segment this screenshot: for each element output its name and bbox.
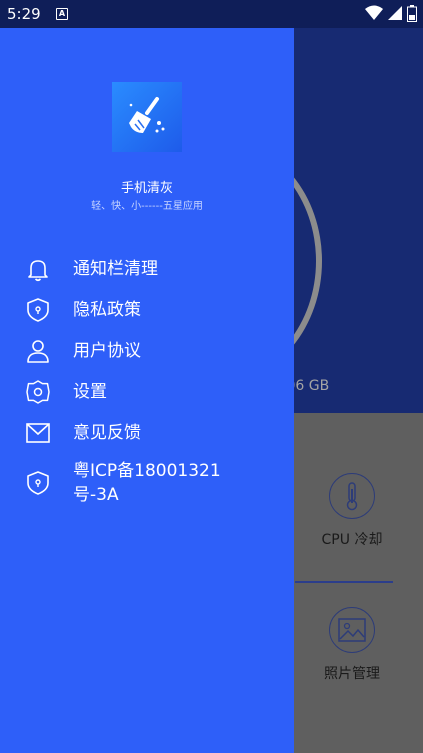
menu-item-feedback[interactable]: 意见反馈 bbox=[0, 412, 294, 453]
feature-label: CPU 冷却 bbox=[321, 532, 383, 548]
feature-cpu-cooling[interactable]: CPU 冷却 bbox=[292, 473, 412, 549]
menu-item-label: 粤ICP备18001321号-3A bbox=[73, 461, 221, 505]
app-name: 手机清灰 bbox=[120, 181, 173, 196]
navigation-drawer: 手机清灰 轻、快、小------五星应用 通知栏清理 隐私政策 用户协议 设置 … bbox=[0, 28, 294, 753]
battery-icon bbox=[407, 5, 417, 22]
menu-item-privacy-policy[interactable]: 隐私政策 bbox=[0, 289, 294, 330]
shield-icon bbox=[25, 297, 51, 323]
signal-icon bbox=[388, 6, 402, 20]
broom-icon bbox=[129, 97, 165, 133]
status-time: 5:29 bbox=[7, 5, 41, 23]
drawer-menu: 通知栏清理 隐私政策 用户协议 设置 意见反馈 粤ICP备18001321号-3… bbox=[0, 248, 294, 513]
screen: 5:29 A .06 GB CPU 冷却 照片管理 手机清灰 轻、快、小----… bbox=[0, 0, 423, 753]
mail-icon bbox=[25, 420, 51, 446]
user-icon bbox=[25, 338, 51, 364]
menu-item-icp-license[interactable]: 粤ICP备18001321号-3A bbox=[0, 453, 294, 513]
feature-label: 照片管理 bbox=[324, 666, 380, 682]
feature-divider bbox=[295, 581, 393, 583]
menu-item-label: 设置 bbox=[73, 381, 107, 402]
shield-icon bbox=[25, 470, 51, 496]
status-bar: 5:29 A bbox=[0, 0, 423, 28]
menu-item-label: 隐私政策 bbox=[73, 299, 141, 320]
gear-icon bbox=[25, 379, 51, 405]
app-logo bbox=[112, 82, 182, 152]
menu-item-settings[interactable]: 设置 bbox=[0, 371, 294, 412]
menu-item-label: 用户协议 bbox=[73, 340, 141, 361]
image-icon bbox=[329, 607, 375, 653]
bell-icon bbox=[25, 256, 51, 282]
menu-item-user-agreement[interactable]: 用户协议 bbox=[0, 330, 294, 371]
system-icons bbox=[365, 5, 417, 22]
feature-photo-management[interactable]: 照片管理 bbox=[292, 607, 412, 683]
menu-item-notification-cleanup[interactable]: 通知栏清理 bbox=[0, 248, 294, 289]
menu-item-label: 通知栏清理 bbox=[73, 258, 158, 279]
menu-item-label: 意见反馈 bbox=[73, 422, 141, 443]
notification-a-icon: A bbox=[56, 8, 68, 20]
thermometer-icon bbox=[329, 473, 375, 519]
wifi-icon bbox=[365, 5, 383, 20]
app-slogan: 轻、快、小------五星应用 bbox=[91, 201, 203, 212]
